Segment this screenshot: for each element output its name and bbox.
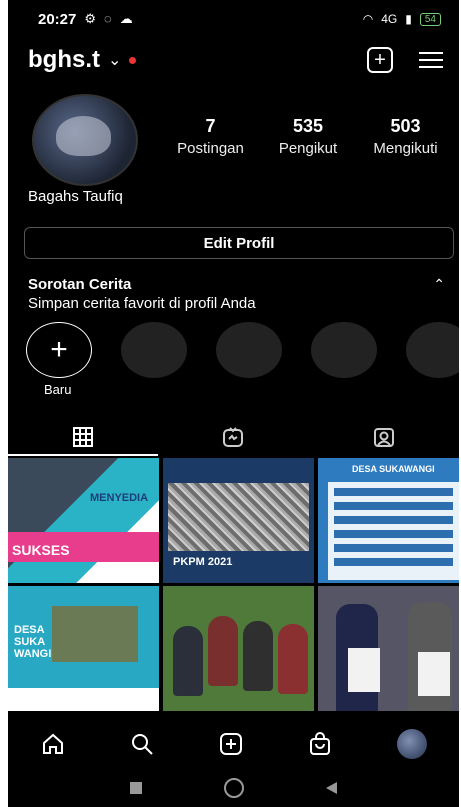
home-icon[interactable] [41, 732, 65, 756]
profile-avatar-small[interactable] [396, 729, 427, 759]
highlight-placeholder [406, 322, 459, 378]
network-label: 4G [381, 12, 398, 26]
grid-icon [73, 427, 94, 447]
recents-icon[interactable] [130, 782, 142, 794]
status-bar: 20:27 ⚙ ◌ ☁ ◠ 4G ▮ 54 [8, 0, 459, 38]
signal-icon: ▮ [405, 12, 412, 26]
whatsapp-icon: ◌ [104, 11, 112, 26]
username[interactable]: bghs.t [28, 46, 100, 74]
stat-following[interactable]: 503 Mengikuti [358, 116, 453, 157]
highlight-placeholder [216, 322, 282, 378]
new-highlight-button[interactable]: + [26, 322, 92, 378]
system-nav-bar [8, 770, 459, 806]
create-icon[interactable] [219, 732, 243, 756]
post-grid: MENYEDIA SUKSES PKPM 2021 DESA SUKAWANGI… [8, 458, 459, 720]
collapse-icon[interactable]: ⌃ [433, 276, 445, 293]
home-system-icon[interactable] [224, 778, 244, 798]
search-icon[interactable] [130, 732, 154, 756]
post-thumbnail[interactable] [318, 586, 459, 711]
tab-grid[interactable] [8, 420, 158, 454]
active-tab-indicator [8, 454, 158, 456]
bottom-nav [8, 722, 459, 766]
gear-icon: ⚙ [84, 11, 97, 26]
profile-header: bghs.t ⌄ + [28, 42, 443, 78]
new-highlight-label: Baru [44, 382, 72, 397]
cloud-icon: ☁ [119, 11, 133, 26]
profile-stats: 7 Postingan 535 Pengikut 503 Mengikuti [163, 116, 453, 157]
app-screen: 20:27 ⚙ ◌ ☁ ◠ 4G ▮ 54 bghs.t ⌄ + 7 Posti… [8, 0, 459, 807]
tab-tagged[interactable] [309, 420, 459, 454]
post-thumbnail[interactable]: DESA SUKA WANGI [8, 586, 159, 711]
tab-reels[interactable] [158, 420, 308, 454]
menu-icon[interactable] [419, 52, 443, 68]
edit-profile-button[interactable]: Edit Profil [24, 227, 454, 259]
highlights-subtitle: Simpan cerita favorit di profil Anda [28, 295, 256, 312]
reels-icon [223, 427, 244, 447]
post-thumbnail[interactable]: PKPM 2021 [163, 458, 314, 583]
tagged-icon [373, 428, 394, 447]
chevron-down-icon[interactable]: ⌄ [108, 50, 121, 70]
post-thumbnail[interactable] [163, 586, 314, 711]
add-icon[interactable]: + [367, 47, 393, 73]
post-thumbnail[interactable]: DESA SUKAWANGI [318, 458, 459, 583]
wifi-icon: ◠ [362, 12, 374, 26]
profile-avatar[interactable] [32, 94, 138, 186]
profile-tabs [8, 420, 459, 454]
highlights-title: Sorotan Cerita [28, 276, 132, 293]
highlights-row: + [26, 322, 459, 378]
notification-dot [129, 56, 137, 64]
status-time: 20:27 [38, 10, 77, 28]
highlight-placeholder [121, 322, 187, 378]
stat-posts[interactable]: 7 Postingan [163, 116, 258, 157]
back-icon[interactable] [326, 782, 337, 794]
display-name: Bagahs Taufiq [28, 188, 123, 205]
stat-followers[interactable]: 535 Pengikut [261, 116, 356, 157]
highlight-placeholder [311, 322, 377, 378]
battery-icon: 54 [419, 12, 441, 26]
post-thumbnail[interactable]: MENYEDIA SUKSES [8, 458, 159, 583]
shop-icon[interactable] [308, 732, 332, 756]
